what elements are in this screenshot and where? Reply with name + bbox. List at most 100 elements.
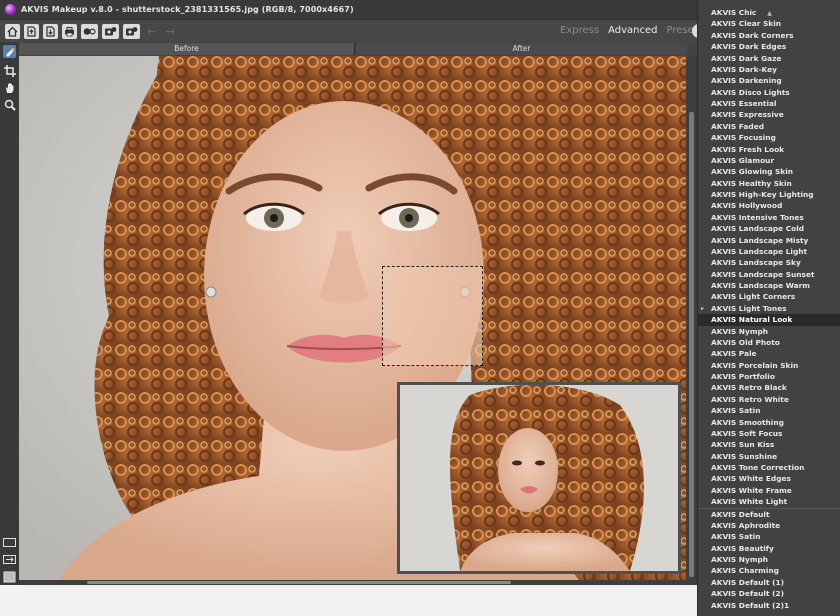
preset-item[interactable]: AKVIS Beautify	[698, 543, 840, 554]
open-file-icon[interactable]	[24, 23, 39, 39]
crop-icon[interactable]	[3, 64, 16, 77]
preset-label: AKVIS White Light	[711, 497, 788, 507]
tab-before[interactable]: Before	[19, 43, 355, 55]
tab-advanced[interactable]: Advanced	[608, 24, 657, 40]
preset-marker-icon: ▸	[701, 304, 705, 312]
tab-after[interactable]: After	[356, 43, 687, 55]
preset-item[interactable]: AKVIS Fresh Look	[698, 144, 840, 155]
preset-item[interactable]: AKVIS Landscape Misty	[698, 235, 840, 246]
preview-thumbnail	[400, 385, 678, 571]
image-canvas[interactable]	[19, 56, 686, 580]
preset-label: AKVIS Healthy Skin	[711, 178, 792, 188]
preset-item[interactable]: AKVIS Darkening	[698, 75, 840, 86]
vertical-scroll-thumb[interactable]	[689, 112, 694, 577]
preset-label: AKVIS Default (2)	[711, 589, 784, 599]
preset-item[interactable]: AKVIS Default (2)1	[698, 600, 840, 611]
preset-label: AKVIS Landscape Misty	[711, 235, 809, 245]
preset-item[interactable]: AKVIS Natural Look	[698, 314, 840, 326]
preset-item[interactable]: AKVIS Dark Edges	[698, 41, 840, 52]
preset-item[interactable]: AKVIS Glowing Skin	[698, 166, 840, 177]
preset-label: AKVIS Glowing Skin	[711, 167, 794, 177]
single-view-icon[interactable]	[3, 536, 16, 549]
preset-label: AKVIS White Edges	[711, 474, 791, 484]
preset-label: AKVIS Tone Correction	[711, 463, 805, 472]
preset-item[interactable]: AKVIS Retro White	[698, 394, 840, 405]
preset-item[interactable]: AKVIS Hollywood	[698, 200, 840, 211]
preset-label: AKVIS Portfolio	[711, 372, 775, 381]
preset-item[interactable]: AKVIS Landscape Warm	[698, 280, 840, 291]
preset-label: AKVIS Sunshine	[711, 451, 778, 461]
preset-item[interactable]: ▸ AKVIS Light Tones	[698, 303, 840, 314]
preset-item[interactable]: AKVIS Smoothing	[698, 417, 840, 428]
preset-item[interactable]: AKVIS Default (1)	[698, 577, 840, 588]
preset-item[interactable]: AKVIS Sunshine	[698, 451, 840, 462]
preset-item[interactable]: AKVIS Dark-Key	[698, 64, 840, 75]
preset-item[interactable]: AKVIS Aphrodite	[698, 520, 840, 531]
preset-item[interactable]: AKVIS Sun Kiss	[698, 439, 840, 450]
zoom-icon[interactable]	[3, 98, 16, 111]
scroll-up-icon[interactable]: ▲	[698, 0, 840, 17]
undo-icon[interactable]: ←	[144, 24, 159, 39]
preset-item[interactable]: AKVIS Satin	[698, 531, 840, 542]
preset-item[interactable]: AKVIS Nymph	[698, 326, 840, 337]
preset-label: AKVIS Soft Focus	[711, 428, 783, 438]
preset-item[interactable]: AKVIS Portfolio	[698, 371, 840, 382]
plugin-icon[interactable]	[123, 23, 140, 39]
preset-item[interactable]: AKVIS Charming	[698, 565, 840, 576]
preset-item[interactable]: AKVIS Dark Gaze	[698, 53, 840, 64]
share-icon[interactable]	[81, 23, 98, 39]
preset-label: AKVIS Glamour	[711, 155, 775, 165]
preset-item[interactable]: AKVIS Landscape Light	[698, 246, 840, 257]
print-icon[interactable]	[62, 23, 77, 39]
redo-icon[interactable]: →	[163, 24, 178, 39]
preset-item[interactable]: AKVIS Soft Focus	[698, 428, 840, 439]
preset-item[interactable]: AKVIS Landscape Sky	[698, 257, 840, 268]
presets-panel: ▲ AKVIS Chic AKVIS Clear Skin AKVIS Dark C…	[697, 0, 840, 616]
preset-item[interactable]: AKVIS Healthy Skin	[698, 178, 840, 189]
selection-rectangle[interactable]	[382, 266, 483, 366]
preset-item[interactable]: AKVIS Essential	[698, 98, 840, 109]
preset-item[interactable]: AKVIS High-Key Lighting	[698, 189, 840, 200]
preset-item[interactable]: AKVIS Retro Black	[698, 382, 840, 393]
preset-item[interactable]: AKVIS Light Corners	[698, 291, 840, 302]
tab-express[interactable]: Express	[560, 24, 599, 40]
preset-item[interactable]: AKVIS Porcelain Skin	[698, 360, 840, 371]
save-file-icon[interactable]	[43, 23, 58, 39]
compare-view-icon[interactable]	[3, 570, 16, 583]
preset-item[interactable]: AKVIS Default (2)	[698, 588, 840, 599]
preset-item[interactable]: AKVIS Expressive	[698, 109, 840, 120]
preset-item[interactable]: AKVIS Tone Correction	[698, 462, 840, 473]
preset-item[interactable]: AKVIS Default	[698, 509, 840, 520]
preset-item[interactable]: AKVIS White Light	[698, 496, 840, 507]
preset-item[interactable]: AKVIS White Frame	[698, 485, 840, 496]
preset-item[interactable]: AKVIS Nymph	[698, 554, 840, 565]
preset-item[interactable]: AKVIS Pale	[698, 348, 840, 359]
preset-item[interactable]: AKVIS Chic	[698, 7, 840, 18]
home-icon[interactable]	[5, 23, 20, 39]
preset-item[interactable]: AKVIS Clear Skin	[698, 18, 840, 29]
preset-label: AKVIS Dark Edges	[711, 42, 787, 52]
title-bar: AKVIS Makeup v.8.0 - shutterstock_238133…	[0, 0, 697, 19]
vertical-scrollbar[interactable]	[686, 56, 697, 585]
preset-item[interactable]: AKVIS Focusing	[698, 132, 840, 143]
preset-label: AKVIS Retro Black	[711, 383, 787, 393]
preset-item[interactable]: AKVIS Landscape Cold	[698, 223, 840, 234]
navigator-preview[interactable]	[397, 382, 681, 574]
horizontal-scroll-thumb[interactable]	[87, 581, 511, 584]
preset-item[interactable]: AKVIS Old Photo	[698, 337, 840, 348]
preset-item[interactable]: AKVIS Intensive Tones	[698, 212, 840, 223]
preset-item[interactable]: AKVIS Glamour	[698, 155, 840, 166]
preset-label: AKVIS Charming	[711, 566, 779, 576]
preset-item[interactable]: AKVIS Satin	[698, 405, 840, 416]
preset-label: AKVIS Dark Gaze	[711, 53, 782, 63]
preset-item[interactable]: AKVIS Faded	[698, 121, 840, 132]
brush-icon[interactable]	[3, 45, 16, 58]
preset-item[interactable]: AKVIS Disco Lights	[698, 87, 840, 98]
batch-icon[interactable]	[102, 23, 119, 39]
hand-icon[interactable]	[3, 81, 16, 94]
preset-label: AKVIS Dark-Key	[711, 64, 777, 74]
split-view-icon[interactable]	[3, 553, 16, 566]
preset-item[interactable]: AKVIS Landscape Sunset	[698, 269, 840, 280]
preset-item[interactable]: AKVIS White Edges	[698, 473, 840, 484]
preset-item[interactable]: AKVIS Dark Corners	[698, 30, 840, 41]
